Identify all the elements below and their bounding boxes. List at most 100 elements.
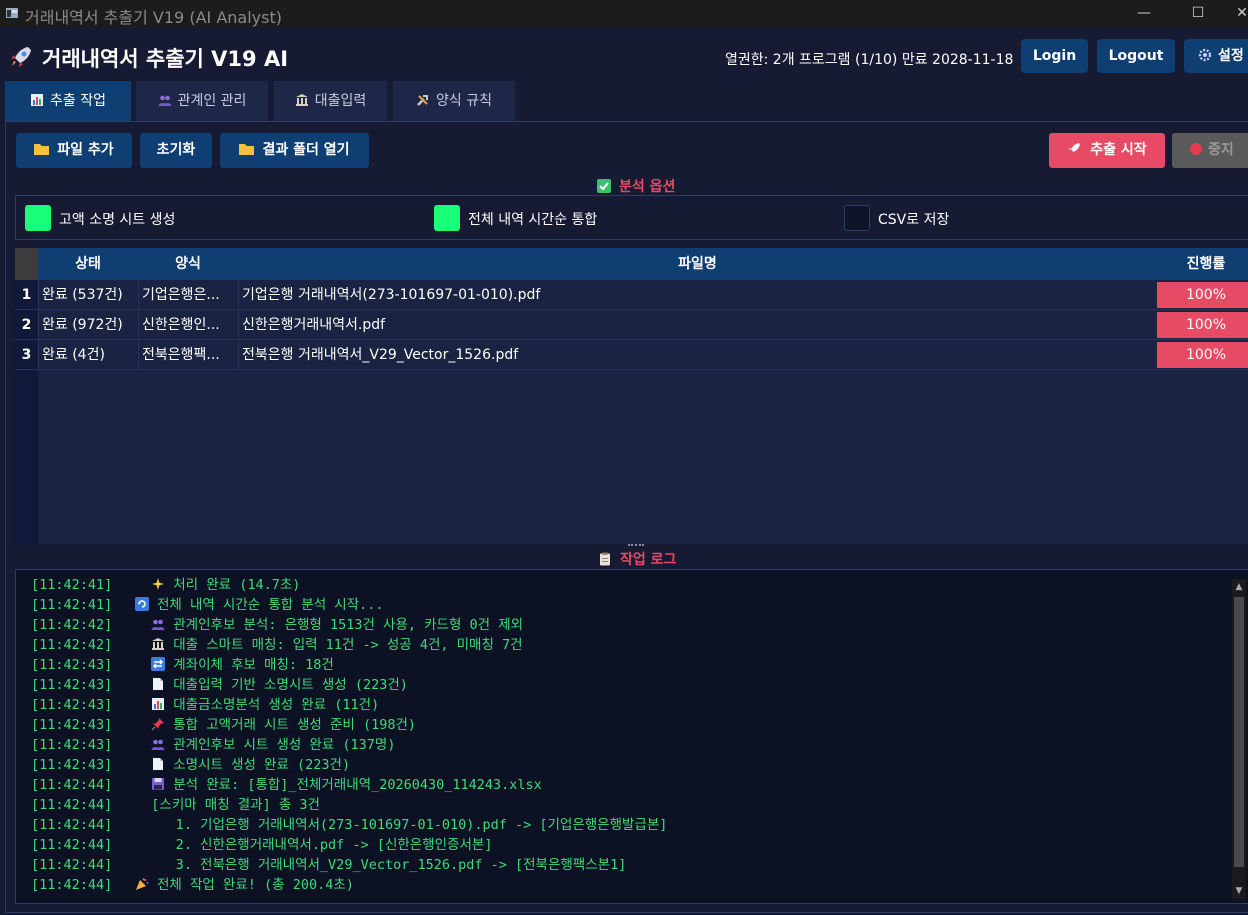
log-timestamp: [11:42:44] (31, 877, 113, 893)
options-title: 분석 옵션 (619, 179, 676, 195)
chart-icon (31, 94, 43, 106)
log-message: 대출 스마트 매칭: 입력 11건 -> 성공 4건, 미매칭 7건 (173, 637, 523, 653)
chart-icon (152, 698, 165, 710)
progress-bar: 100% (1157, 342, 1248, 368)
log-message: 통합 고액거래 시트 생성 준비 (198건) (173, 717, 417, 733)
tools-icon (417, 95, 428, 106)
scroll-down-arrow[interactable]: ▼ (1232, 883, 1246, 899)
log-timestamp: [11:42:42] (31, 617, 113, 633)
option-label: 전체 내역 시간순 통합 (468, 212, 598, 228)
log-timestamp: [11:42:41] (31, 597, 113, 613)
log-message: 분석 완료: [통합]_전체거래내역_20260430_114243.xlsx (173, 777, 542, 793)
log-message: 1. 기업은행 거래내역서(273-101697-01-010).pdf -> … (175, 817, 668, 833)
col-header-filename[interactable]: 파일명 (238, 248, 1157, 280)
rocket-icon (11, 47, 31, 67)
progress-bar: 100% (1157, 282, 1248, 308)
clipboard-icon (600, 552, 610, 566)
settings-label: 설정 (1218, 48, 1244, 64)
log-title: 작업 로그 (620, 552, 677, 568)
add-files-button[interactable]: 파일 추가 (16, 133, 132, 168)
log-line: [11:42:42] 관계인후보 분석: 은행형 1513건 사용, 카드형 0… (31, 615, 523, 635)
log-line: [11:42:43] 통합 고액거래 시트 생성 준비 (198건) (31, 715, 416, 735)
tab-label: 추출 작업 (50, 93, 106, 109)
license-info: 열권한: 2개 프로그램 (1/10) 만료 2028-11-18 (725, 52, 1014, 68)
table-header: 상태 양식 파일명 진행률 (15, 248, 1248, 280)
log-line: [11:42:44] 전체 작업 완료! (총 200.4초) (31, 875, 354, 895)
log-line: [11:42:43] 대출금소명분석 생성 완료 (11건) (31, 695, 379, 715)
log-indent (135, 697, 151, 713)
log-timestamp: [11:42:43] (31, 757, 113, 773)
open-result-folder-button[interactable]: 결과 폴더 열기 (220, 133, 369, 168)
minimize-button[interactable]: — (1124, 2, 1164, 24)
log-message: 전체 작업 완료! (총 200.4초) (157, 877, 354, 893)
cell-form: 신한은행인... (138, 310, 238, 340)
col-header-form[interactable]: 양식 (138, 248, 238, 280)
save-icon (152, 778, 165, 790)
table-row[interactable]: 1 완료 (537건) 기업은행은... 기업은행 거래내역서(273-1016… (15, 280, 1248, 310)
checkbox-high-value-sheet[interactable] (25, 205, 51, 231)
folder-icon (34, 144, 50, 155)
close-button[interactable]: ✕ (1222, 2, 1248, 24)
cell-filename: 기업은행 거래내역서(273-101697-01-010).pdf (238, 280, 1157, 310)
scroll-up-arrow[interactable]: ▲ (1232, 579, 1246, 595)
file-table: 상태 양식 파일명 진행률 1 완료 (537건) 기업은행은... 기업은행 … (15, 248, 1248, 544)
log-output[interactable]: [11:42:41] 처리 완료 (14.7초) [11:42:41] 전체 내역 … (15, 569, 1248, 904)
gear-icon (1198, 48, 1212, 62)
table-row[interactable]: 2 완료 (972건) 신한은행인... 신한은행거래내역서.pdf 100% (15, 310, 1248, 340)
tab-loan-input[interactable]: 대출입력 (274, 81, 387, 121)
folder-icon (239, 144, 255, 155)
log-indent (135, 817, 176, 833)
cell-filename: 전북은행 거래내역서_V29_Vector_1526.pdf (238, 340, 1157, 370)
tab-format-rules[interactable]: 양식 규칙 (393, 81, 515, 121)
log-line: [11:42:42] 대출 스마트 매칭: 입력 11건 -> 성공 4건, 미… (31, 635, 523, 655)
checkbox-merge-chronological[interactable] (434, 205, 460, 231)
app-title: 거래내역서 추출기 V19 AI (42, 47, 289, 71)
tab-related-persons[interactable]: 관계인 관리 (136, 81, 268, 121)
tab-extraction[interactable]: 추출 작업 (5, 81, 131, 121)
log-indent (135, 837, 176, 853)
settings-button[interactable]: 설정 (1184, 39, 1248, 73)
open-folder-label: 결과 폴더 열기 (262, 142, 350, 158)
log-timestamp: [11:42:43] (31, 737, 113, 753)
log-timestamp: [11:42:43] (31, 657, 113, 673)
log-line: [11:42:43] 관계인후보 시트 생성 완료 (137명) (31, 735, 395, 755)
log-message: 2. 신한은행거래내역서.pdf -> [신한은행인증서본] (175, 837, 493, 853)
log-timestamp: [11:42:43] (31, 697, 113, 713)
start-extraction-button[interactable]: 추출 시작 (1049, 133, 1165, 168)
log-message: 처리 완료 (14.7초) (173, 577, 301, 593)
maximize-button[interactable]: ☐ (1178, 2, 1218, 24)
table-row[interactable]: 3 완료 (4건) 전북은행팩... 전북은행 거래내역서_V29_Vector… (15, 340, 1248, 370)
log-line: [11:42:43] 계좌이체 후보 매칭: 18건 (31, 655, 334, 675)
log-timestamp: [11:42:44] (31, 797, 113, 813)
log-timestamp: [11:42:44] (31, 777, 113, 793)
log-scrollbar[interactable]: ▲ ▼ (1232, 579, 1246, 899)
log-line: [11:42:44] 2. 신한은행거래내역서.pdf -> [신한은행인증서본… (31, 835, 492, 855)
row-number: 2 (21, 317, 32, 333)
log-indent (135, 677, 151, 693)
stop-button[interactable]: 중지 (1172, 133, 1248, 168)
reset-button[interactable]: 초기화 (140, 133, 212, 168)
checkbox-save-csv[interactable] (844, 205, 870, 231)
log-message: 소명시트 생성 완료 (223건) (173, 757, 351, 773)
log-line: [11:42:41] 전체 내역 시간순 통합 분석 시작... (31, 595, 383, 615)
tab-label: 대출입력 (314, 93, 367, 109)
logout-button[interactable]: Logout (1097, 39, 1175, 73)
log-message: 3. 전북은행 거래내역서_V29_Vector_1526.pdf -> [전북… (175, 857, 627, 873)
col-header-status[interactable]: 상태 (38, 248, 138, 280)
log-timestamp: [11:42:43] (31, 717, 113, 733)
refresh-icon (135, 597, 149, 611)
cell-status: 완료 (537건) (38, 280, 138, 310)
window-titlebar: 거래내역서 추출기 V19 (AI Analyst) — ☐ ✕ (0, 0, 1248, 27)
table-corner[interactable] (15, 248, 38, 280)
col-header-progress[interactable]: 진행률 (1157, 248, 1248, 280)
log-timestamp: [11:42:42] (31, 637, 113, 653)
option-label: CSV로 저장 (878, 212, 950, 228)
log-timestamp: [11:42:44] (31, 817, 113, 833)
log-indent (135, 737, 151, 753)
scroll-thumb[interactable] (1234, 597, 1244, 867)
row-number: 3 (21, 347, 32, 363)
cell-filename: 신한은행거래내역서.pdf (238, 310, 1157, 340)
progress-bar: 100% (1157, 312, 1248, 338)
login-button[interactable]: Login (1021, 39, 1088, 73)
log-message: 관계인후보 시트 생성 완료 (137명) (173, 737, 396, 753)
